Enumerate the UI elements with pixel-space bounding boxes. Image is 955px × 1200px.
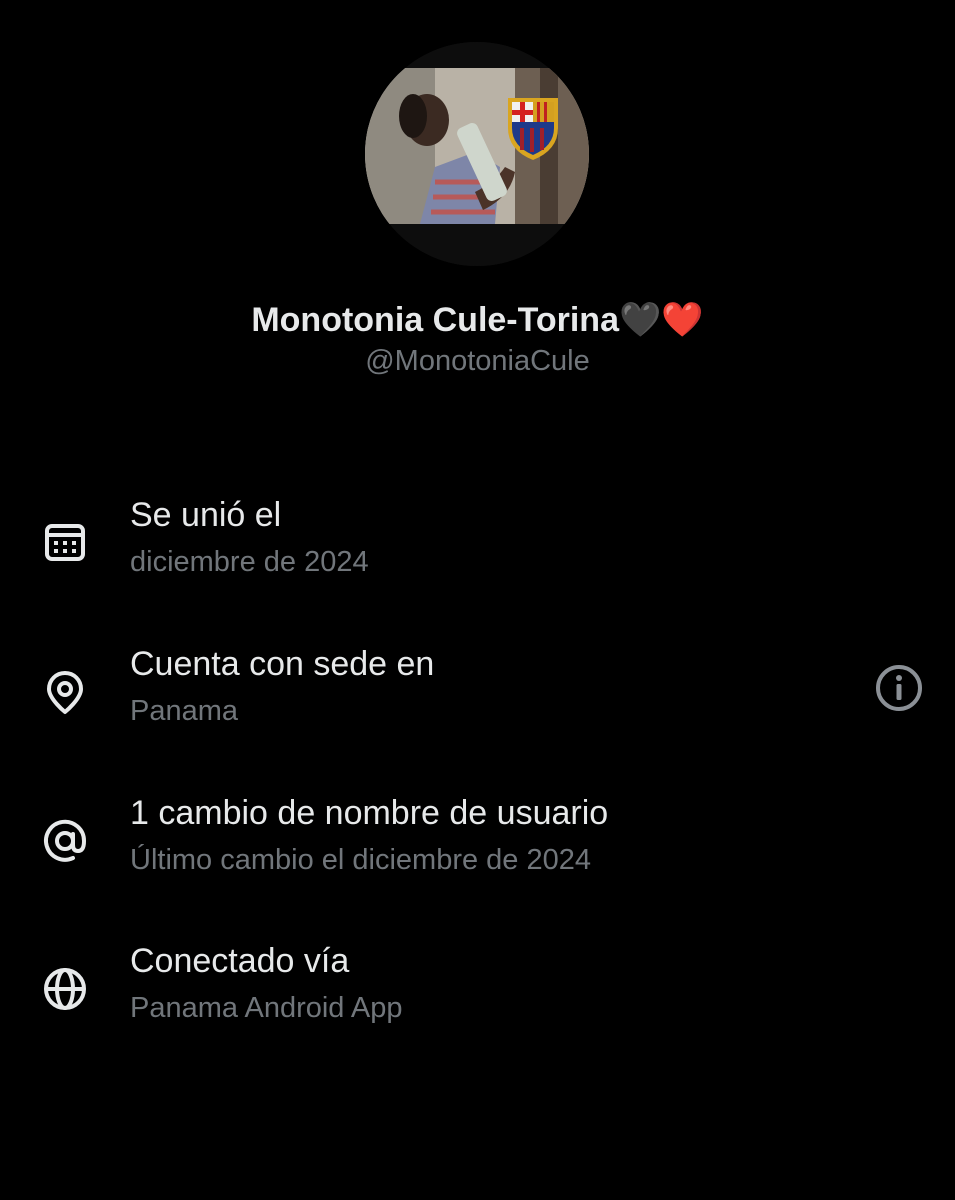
avatar-photo (365, 42, 589, 266)
calendar-icon (38, 516, 92, 570)
avatar[interactable] (365, 42, 589, 266)
location-label: Cuenta con sede en (130, 645, 435, 683)
username-changes-row: 1 cambio de nombre de usuario Último cam… (0, 794, 955, 904)
handle[interactable]: @MonotoniaCule (0, 345, 955, 378)
joined-date: diciembre de 2024 (130, 546, 369, 578)
location-pin-icon (38, 665, 92, 719)
connected-via-value: Panama Android App (130, 992, 403, 1024)
info-button[interactable] (873, 662, 925, 714)
display-name: Monotonia Cule-Torina🖤❤️ (251, 301, 704, 339)
connected-via-label: Conectado vía (130, 942, 350, 980)
at-sign-icon (38, 814, 92, 868)
connected-via-row: Conectado vía Panama Android App (0, 942, 955, 1052)
username-changes-date: Último cambio el diciembre de 2024 (130, 844, 591, 876)
location-row: Cuenta con sede en Panama (0, 645, 955, 755)
globe-icon (38, 962, 92, 1016)
username-changes-label: 1 cambio de nombre de usuario (130, 794, 609, 832)
location-value: Panama (130, 695, 239, 727)
joined-label: Se unió el (130, 496, 282, 534)
info-icon (876, 665, 922, 711)
joined-row: Se unió el diciembre de 2024 (0, 496, 955, 606)
